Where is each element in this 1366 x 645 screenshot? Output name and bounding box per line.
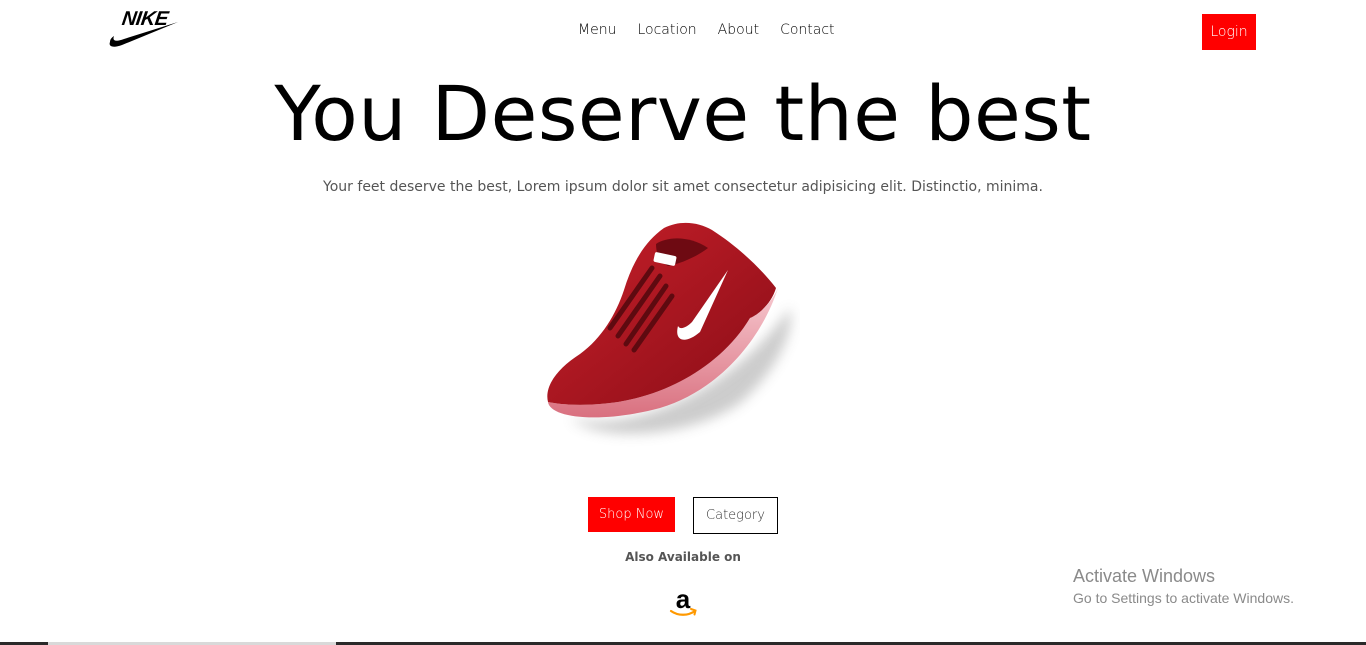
activate-windows-watermark: Activate Windows Go to Settings to activ… <box>1073 566 1294 606</box>
nav-contact[interactable]: Contact <box>780 22 834 42</box>
shoe-image <box>547 222 791 434</box>
hero-subtitle: Your feet deserve the best, Lorem ipsum … <box>323 179 1043 195</box>
also-available-label: Also Available on <box>625 550 741 564</box>
amazon-letter: a <box>676 586 691 614</box>
category-button[interactable]: Category <box>693 497 778 534</box>
cta-buttons: Shop Now Category <box>588 497 778 534</box>
nav-location[interactable]: Location <box>637 22 696 42</box>
landing-page: NIKE Menu Location About Contact Login Y… <box>0 0 1366 645</box>
amazon-icon[interactable]: a <box>666 586 700 620</box>
watermark-subtitle: Go to Settings to activate Windows. <box>1073 590 1294 606</box>
nav-menu[interactable]: Menu <box>578 22 616 42</box>
watermark-title: Activate Windows <box>1073 566 1216 586</box>
main-nav: Menu Location About Contact <box>578 22 835 42</box>
nike-swoosh-icon <box>109 22 178 47</box>
login-button[interactable]: Login <box>1202 14 1256 50</box>
nike-logo[interactable]: NIKE <box>108 8 182 48</box>
hero-title: You Deserve the best <box>274 69 1092 158</box>
nav-about[interactable]: About <box>718 22 759 42</box>
shop-now-button[interactable]: Shop Now <box>588 497 675 532</box>
